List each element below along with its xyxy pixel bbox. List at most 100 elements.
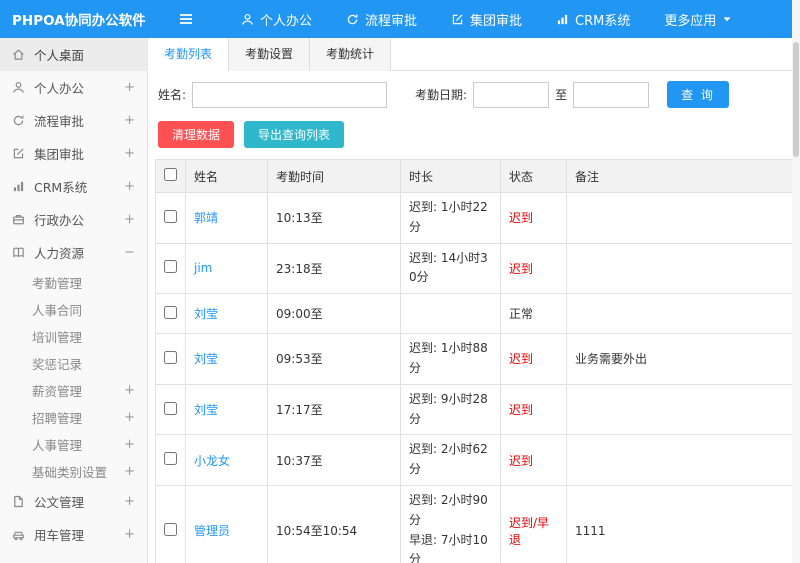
sidebar-item-16[interactable]: 用车管理 + <box>0 518 147 551</box>
topbar-nav-item-3[interactable]: CRM系统 <box>539 0 647 38</box>
sidebar-item-11[interactable]: 薪资管理 + <box>0 377 147 404</box>
scrollbar-thumb[interactable] <box>793 42 799 157</box>
page-scrollbar[interactable] <box>792 0 800 563</box>
name-cell: 郭靖 <box>185 192 268 244</box>
sidebar-item-6[interactable]: 人力资源 − <box>0 236 147 269</box>
date-to-label: 至 <box>555 88 568 102</box>
sidebar-item-5[interactable]: 行政办公 + <box>0 203 147 236</box>
flow-icon <box>346 13 359 26</box>
note-cell <box>566 383 800 436</box>
duration-line: 迟到: 1小时88分 <box>409 341 488 375</box>
toolbar: 清理数据 导出查询列表 <box>148 117 800 159</box>
expand-icon[interactable]: + <box>124 80 135 95</box>
time-cell: 23:18至 <box>267 242 401 295</box>
select-all-checkbox[interactable] <box>164 168 177 181</box>
expand-icon[interactable]: + <box>124 383 135 398</box>
row-checkbox[interactable] <box>164 522 177 536</box>
row-checkbox[interactable] <box>164 305 177 319</box>
duration-cell <box>400 293 501 335</box>
row-checkbox[interactable] <box>164 401 177 415</box>
duration-cell: 迟到: 1小时88分 <box>400 333 501 385</box>
row-checkbox-cell <box>155 293 186 335</box>
employee-name-link[interactable]: 刘莹 <box>194 307 218 321</box>
sidebar-item-4[interactable]: CRM系统 + <box>0 170 147 203</box>
topbar-nav-item-0[interactable]: 个人办公 <box>224 0 329 38</box>
sidebar-item-label: 流程审批 <box>34 114 85 129</box>
export-list-button[interactable]: 导出查询列表 <box>244 121 345 148</box>
duration-line: 迟到: 9小时28分 <box>409 391 488 426</box>
sidebar-item-9[interactable]: 培训管理 <box>0 323 147 350</box>
expand-icon[interactable]: + <box>124 179 135 194</box>
collapse-icon[interactable]: − <box>124 245 135 260</box>
table-row-3: 刘莹 09:53至 迟到: 1小时88分 迟到 业务需要外出 <box>155 333 800 385</box>
expand-icon[interactable]: + <box>124 464 135 479</box>
tab-2[interactable]: 考勤统计 <box>310 38 392 71</box>
sidebar-item-label: 人力资源 <box>34 246 85 261</box>
table-row-1: jim 23:18至 迟到: 14小时30分 迟到 <box>155 242 800 295</box>
edit-icon <box>12 147 25 160</box>
expand-icon[interactable]: + <box>124 146 135 161</box>
duration-cell: 迟到: 1小时22分 <box>400 192 501 244</box>
user-icon <box>241 13 254 26</box>
menu-toggle-button[interactable] <box>148 0 224 38</box>
row-checkbox[interactable] <box>164 350 177 364</box>
status-cell: 迟到 <box>500 242 567 295</box>
row-checkbox[interactable] <box>164 209 177 223</box>
sidebar-item-2[interactable]: 流程审批 + <box>0 104 147 137</box>
topbar-nav-item-4[interactable]: 更多应用 <box>647 0 749 38</box>
sidebar-item-label: 集团审批 <box>34 147 85 162</box>
column-header-4: 备注 <box>566 159 800 193</box>
expand-icon[interactable]: + <box>124 410 135 425</box>
sidebar-item-label: CRM系统 <box>34 180 88 195</box>
sidebar-item-label: 培训管理 <box>32 330 83 345</box>
sidebar-item-label: 用车管理 <box>34 528 85 543</box>
duration-line: 迟到: 2小时90分 <box>409 492 488 527</box>
topbar-nav-item-2[interactable]: 集团审批 <box>434 0 539 38</box>
sidebar-item-3[interactable]: 集团审批 + <box>0 137 147 170</box>
row-checkbox[interactable] <box>164 452 177 466</box>
expand-icon[interactable]: + <box>124 437 135 452</box>
employee-name-link[interactable]: 刘莹 <box>194 403 218 417</box>
sidebar-item-12[interactable]: 招聘管理 + <box>0 404 147 431</box>
duration-line: 迟到: 14小时30分 <box>409 250 488 285</box>
date-from-input[interactable] <box>473 81 550 108</box>
expand-icon[interactable]: + <box>124 113 135 128</box>
status-cell: 迟到 <box>500 192 567 244</box>
attendance-table-body: 郭靖 10:13至 迟到: 1小时22分 迟到 jim 23:18至 迟到: 14小时30分… <box>155 192 800 563</box>
employee-name-link[interactable]: jim <box>194 261 212 275</box>
sidebar-item-7[interactable]: 考勤管理 <box>0 269 147 296</box>
name-filter-input[interactable] <box>192 81 388 108</box>
employee-name-link[interactable]: 刘莹 <box>194 352 218 366</box>
sidebar-item-label: 奖惩记录 <box>32 357 83 372</box>
sidebar-item-1[interactable]: 个人办公 + <box>0 71 147 104</box>
employee-name-link[interactable]: 郭靖 <box>194 211 218 225</box>
topbar: PHPOA协同办公软件 个人办公 流程审批 集团审批 CRM系统 更多应用 <box>0 0 800 38</box>
topbar-nav-item-1[interactable]: 流程审批 <box>329 0 434 38</box>
tab-0[interactable]: 考勤列表 <box>148 38 230 71</box>
expand-icon[interactable]: + <box>124 527 135 542</box>
sidebar-item-8[interactable]: 人事合同 <box>0 296 147 323</box>
sidebar-item-13[interactable]: 人事管理 + <box>0 431 147 458</box>
employee-name-link[interactable]: 管理员 <box>194 524 230 538</box>
search-button[interactable]: 查 询 <box>667 81 729 108</box>
expand-icon[interactable]: + <box>124 212 135 227</box>
tab-1[interactable]: 考勤设置 <box>229 38 311 71</box>
note-cell: 1111 <box>566 484 800 563</box>
duration-line: 迟到: 1小时22分 <box>409 200 488 234</box>
column-header-3: 状态 <box>500 159 567 193</box>
employee-name-link[interactable]: 小龙女 <box>194 454 230 468</box>
date-to-input[interactable] <box>573 81 650 108</box>
row-checkbox[interactable] <box>164 260 177 274</box>
main-content: 考勤列表 考勤设置 考勤统计 姓名: 考勤日期: 至 查 询 清理数据 导出查询列表… <box>148 38 800 563</box>
row-checkbox-cell <box>155 242 186 295</box>
sidebar-item-10[interactable]: 奖惩记录 <box>0 350 147 377</box>
sidebar-item-0[interactable]: 个人桌面 <box>0 38 147 71</box>
caret-down-icon <box>722 14 732 24</box>
sidebar-item-15[interactable]: 公文管理 + <box>0 485 147 518</box>
clear-data-button[interactable]: 清理数据 <box>158 121 235 148</box>
note-cell <box>566 192 800 244</box>
sidebar-item-14[interactable]: 基础类别设置 + <box>0 458 147 485</box>
name-cell: jim <box>185 242 268 295</box>
attendance-table-wrap: 姓名 考勤时间 时长 状态 备注 郭靖 10:13至 迟到: 1小时22分 迟到 jim 23:1… <box>148 159 800 563</box>
expand-icon[interactable]: + <box>124 494 135 509</box>
